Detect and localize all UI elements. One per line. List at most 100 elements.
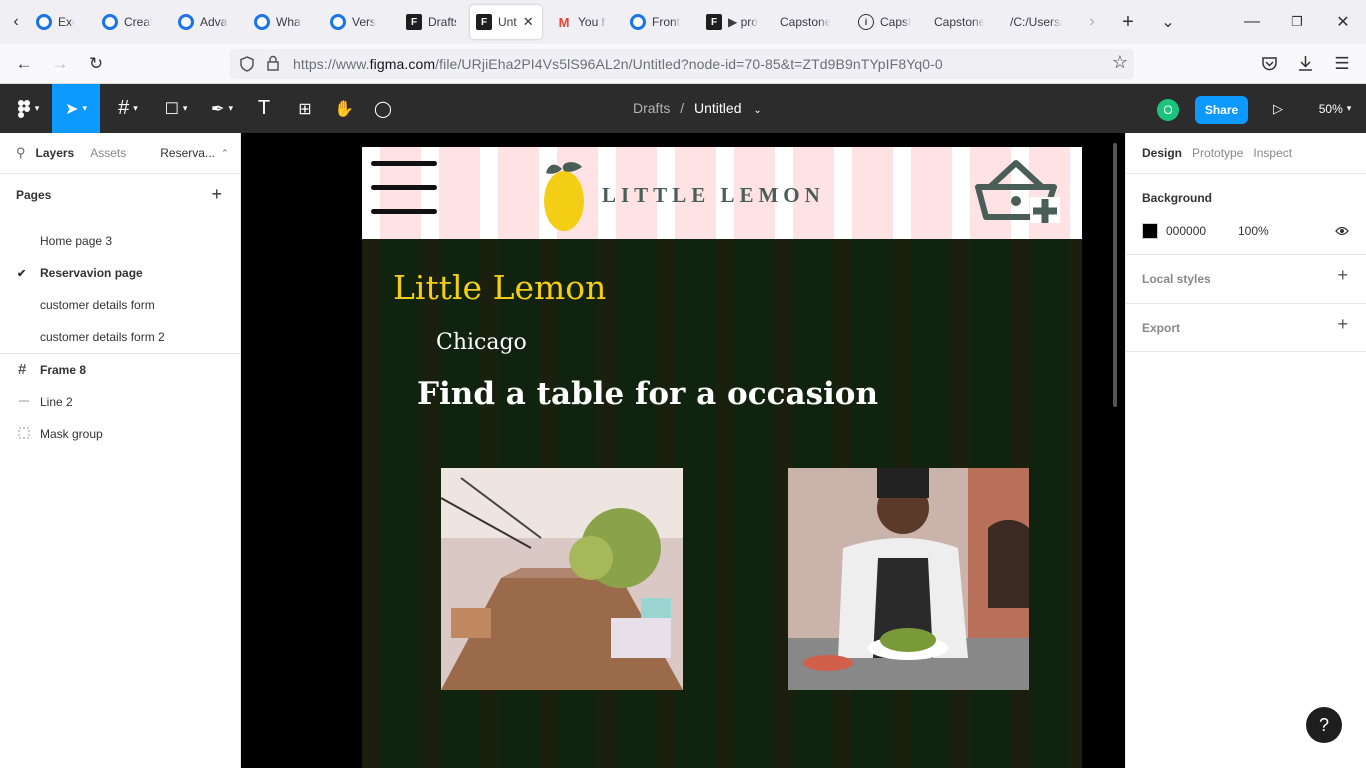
add-page-icon[interactable]: +: [211, 184, 222, 205]
browser-tab[interactable]: M You h: [550, 5, 612, 39]
move-tool-icon[interactable]: ➤ ▾: [52, 84, 100, 133]
close-tab-icon[interactable]: ✕: [523, 14, 534, 30]
color-swatch[interactable]: [1142, 223, 1158, 239]
tab-inspect[interactable]: Inspect: [1253, 146, 1292, 160]
layer-row[interactable]: Mask group: [0, 418, 240, 450]
background-section: Background 000000 100%: [1126, 173, 1366, 254]
forward-arrow-icon[interactable]: →: [48, 52, 72, 76]
zoom-menu[interactable]: 50% ▾: [1310, 84, 1360, 133]
avatar[interactable]: O: [1157, 99, 1179, 121]
browser-tab[interactable]: Front: [624, 5, 688, 39]
frame-tool-icon[interactable]: # ▾: [108, 84, 148, 133]
browser-tab[interactable]: F Drafts: [400, 5, 462, 39]
page-item[interactable]: customer details form: [0, 289, 240, 321]
browser-tab[interactable]: F ▶ pro: [700, 5, 764, 39]
reload-icon[interactable]: ↻: [84, 52, 108, 76]
layer-label: Mask group: [40, 427, 103, 441]
add-export-icon[interactable]: +: [1337, 314, 1348, 335]
bookmark-star-icon[interactable]: ☆: [1112, 52, 1128, 73]
tab-list-back-icon[interactable]: ‹: [4, 10, 28, 34]
bg-hex-input[interactable]: 000000: [1166, 224, 1206, 238]
file-name[interactable]: Untitled: [694, 100, 741, 116]
resources-tool-icon[interactable]: ⊞: [290, 84, 320, 133]
line-icon: [18, 395, 31, 408]
tab-scroll-right-icon[interactable]: ›: [1080, 10, 1104, 34]
page-item[interactable]: customer details form 2: [0, 321, 240, 353]
search-icon[interactable]: ⚲: [16, 145, 26, 161]
page-label: customer details form 2: [40, 330, 165, 344]
pen-tool-icon[interactable]: ✒ ▾: [202, 84, 242, 133]
chevron-up-icon[interactable]: ⌃: [221, 148, 229, 159]
background-title: Background: [1142, 191, 1213, 205]
pocket-icon[interactable]: [1261, 56, 1278, 72]
eye-icon[interactable]: [1335, 225, 1349, 237]
layer-label: Frame 8: [40, 363, 87, 377]
browser-tab[interactable]: /C:/Users/: [1004, 5, 1070, 39]
brand-name: LITTLE LEMON: [602, 183, 825, 207]
new-tab-icon[interactable]: +: [1116, 10, 1140, 34]
reservation-frame[interactable]: LITTLE LEMON Little Lemon Chicago Find a…: [362, 147, 1082, 768]
breadcrumb-separator: /: [680, 100, 685, 116]
page-item-current[interactable]: ✔ Reservavion page: [0, 257, 240, 289]
gmail-icon: M: [558, 14, 570, 30]
page-item[interactable]: Home page 3: [0, 225, 240, 257]
close-window-icon[interactable]: ✕: [1331, 10, 1355, 34]
page-selector[interactable]: Reserva...: [160, 146, 215, 160]
grid-column: [911, 147, 952, 239]
text-tool-icon[interactable]: T: [250, 84, 278, 133]
browser-tab[interactable]: i Capst: [852, 5, 918, 39]
downloads-icon[interactable]: [1297, 55, 1314, 72]
figma-main-menu-icon[interactable]: ▾: [8, 84, 48, 133]
breadcrumb-folder[interactable]: Drafts: [633, 100, 670, 116]
tab-assets[interactable]: Assets: [90, 146, 126, 160]
grid-column: [498, 147, 539, 239]
list-all-tabs-icon[interactable]: ⌄: [1156, 10, 1180, 34]
browser-tab[interactable]: Capstone: [928, 5, 992, 39]
tab-prototype[interactable]: Prototype: [1192, 146, 1243, 160]
checkmark-icon: ✔: [17, 267, 27, 280]
layer-row[interactable]: # Frame 8: [0, 354, 240, 386]
app-menu-icon[interactable]: ☰: [1330, 52, 1354, 76]
chevron-down-icon[interactable]: ⌄: [753, 105, 761, 116]
figma-icon: F: [706, 14, 722, 30]
browser-tab[interactable]: Create: [96, 5, 158, 39]
browser-tab-active[interactable]: F Unt ✕: [470, 5, 542, 39]
grid-column: [852, 147, 893, 239]
site-header: LITTLE LEMON: [362, 147, 1082, 239]
coursera-icon: [330, 14, 346, 30]
browser-tab[interactable]: Versio: [324, 5, 382, 39]
basket-icon[interactable]: [972, 157, 1064, 227]
share-button[interactable]: Share: [1195, 96, 1248, 124]
canvas-scrollbar[interactable]: [1113, 143, 1117, 407]
restore-icon[interactable]: ❐: [1285, 10, 1309, 34]
browser-tab[interactable]: What: [248, 5, 308, 39]
browser-nav-bar: ← → ↻ https://www.figma.com/file/URjiEha…: [0, 44, 1366, 84]
bg-opacity-input[interactable]: 100%: [1238, 224, 1269, 238]
back-arrow-icon[interactable]: ←: [12, 52, 36, 76]
lock-icon[interactable]: [266, 55, 280, 72]
layer-row[interactable]: Line 2: [0, 386, 240, 418]
design-canvas[interactable]: LITTLE LEMON Little Lemon Chicago Find a…: [241, 133, 1125, 768]
hero-city: Chicago: [436, 330, 527, 355]
help-button[interactable]: ?: [1306, 707, 1342, 743]
minimize-icon[interactable]: —: [1240, 10, 1264, 34]
url-text: https://www.figma.com/file/URjiEha2PI4Vs…: [293, 56, 943, 72]
tab-layers[interactable]: Layers: [36, 146, 75, 160]
mask-group-icon: [18, 427, 31, 440]
coursera-icon: [630, 14, 646, 30]
shape-tool-icon[interactable]: ☐ ▾: [156, 84, 196, 133]
local-styles-title: Local styles: [1142, 272, 1211, 286]
grid-column: [380, 239, 421, 768]
url-bar[interactable]: https://www.figma.com/file/URjiEha2PI4Vs…: [230, 49, 1134, 79]
shield-icon[interactable]: [239, 56, 255, 72]
browser-tab[interactable]: Exerci: [30, 5, 80, 39]
hand-tool-icon[interactable]: ✋: [330, 84, 358, 133]
comment-tool-icon[interactable]: ◯: [370, 84, 396, 133]
browser-tab[interactable]: Capstone: [774, 5, 840, 39]
present-play-icon[interactable]: ▷: [1266, 84, 1290, 133]
page-row-cutoff: [0, 215, 240, 225]
add-style-icon[interactable]: +: [1337, 265, 1348, 286]
tab-design[interactable]: Design: [1142, 146, 1182, 160]
browser-tab[interactable]: Advan: [172, 5, 234, 39]
file-breadcrumb[interactable]: Drafts / Untitled ⌄: [633, 100, 762, 116]
